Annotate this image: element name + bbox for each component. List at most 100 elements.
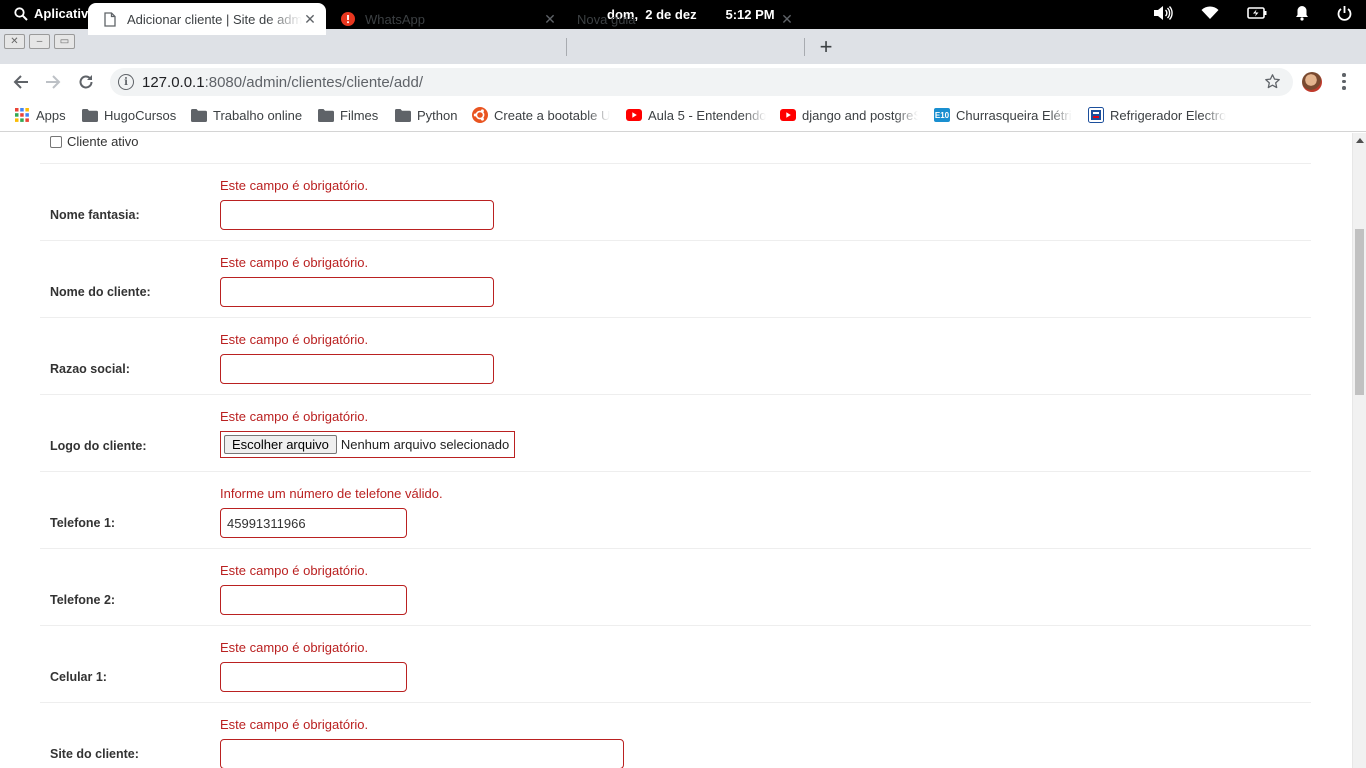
field-label: Nome do cliente:	[50, 285, 151, 299]
site-do-cliente-input[interactable]	[220, 739, 624, 768]
telefone-2-input[interactable]	[220, 585, 407, 615]
bookmark-label: Filmes	[340, 107, 379, 123]
svg-text:E10: E10	[935, 111, 950, 120]
battery-icon[interactable]	[1247, 6, 1267, 20]
bookmark-django-postgres[interactable]: django and postgreS	[780, 107, 918, 123]
window-minimize-button[interactable]: –	[29, 34, 50, 49]
tab-separator	[566, 38, 567, 56]
bookmark-churrasqueira[interactable]: E10 Churrasqueira Elétri	[934, 107, 1074, 123]
bookmark-apps[interactable]: Apps	[14, 107, 66, 123]
bookmark-label: django and postgreS	[802, 107, 918, 123]
youtube-icon	[626, 107, 642, 123]
bookmarks-bar: Apps HugoCursos Trabalho online Filmes P…	[0, 100, 1366, 132]
window-maximize-button[interactable]: ▭	[54, 34, 75, 49]
notification-bell-icon[interactable]	[1295, 5, 1309, 21]
apps-grid-icon	[14, 107, 30, 123]
bookmark-refrigerador[interactable]: Refrigerador Electro	[1088, 107, 1228, 123]
choose-file-button[interactable]: Escolher arquivo	[224, 435, 337, 454]
power-icon[interactable]	[1337, 5, 1352, 21]
field-error: Este campo é obrigatório.	[220, 255, 369, 270]
bookmark-folder-python[interactable]: Python	[395, 107, 457, 123]
close-tab-icon[interactable]: ✕	[542, 11, 558, 27]
field-row-nome-do-cliente: Este campo é obrigatório. Nome do client…	[40, 240, 1311, 317]
forward-button[interactable]	[43, 72, 63, 92]
new-tab-button[interactable]: +	[815, 36, 837, 58]
field-error: Este campo é obrigatório.	[220, 640, 369, 655]
file-status-text: Nenhum arquivo selecionado	[340, 437, 510, 452]
arrow-right-icon	[46, 75, 61, 89]
folder-icon	[395, 107, 411, 123]
tab-separator	[804, 38, 805, 56]
profile-avatar[interactable]	[1302, 72, 1322, 92]
site-info-icon[interactable]: i	[118, 74, 134, 90]
folder-icon	[82, 107, 98, 123]
tab-admin[interactable]: Adicionar cliente | Site de admi ✕	[88, 3, 326, 35]
field-error: Informe um número de telefone válido.	[220, 486, 443, 501]
scroll-up-arrow-icon[interactable]	[1356, 138, 1364, 143]
back-button[interactable]	[11, 72, 31, 92]
logo-file-input[interactable]: Escolher arquivo Nenhum arquivo selecion…	[220, 431, 515, 458]
url-text[interactable]: 127.0.0.1:8080/admin/clientes/cliente/ad…	[142, 74, 423, 91]
field-error: Este campo é obrigatório.	[220, 409, 369, 424]
e10-icon: E10	[934, 107, 950, 123]
scrollbar-thumb[interactable]	[1355, 229, 1364, 395]
bookmark-aula-5[interactable]: Aula 5 - Entendendo	[626, 107, 766, 123]
bookmark-label: Churrasqueira Elétri	[956, 107, 1072, 123]
bookmark-label: Refrigerador Electro	[1110, 107, 1227, 123]
field-label: Telefone 2:	[50, 593, 116, 607]
close-tab-icon[interactable]: ✕	[302, 11, 318, 27]
tab-nova-guia[interactable]: Nova guia ✕	[563, 3, 803, 35]
bookmark-label: Trabalho online	[213, 107, 303, 123]
arrow-left-icon	[13, 75, 28, 89]
tab-whatsapp[interactable]: WhatsApp ✕	[326, 3, 566, 35]
bookmark-label: Create a bootable U	[494, 107, 610, 123]
field-row-logo-do-cliente: Este campo é obrigatório. Logo do client…	[40, 394, 1311, 471]
field-error: Este campo é obrigatório.	[220, 717, 369, 732]
bookmark-folder-hugocursos[interactable]: HugoCursos	[82, 107, 176, 123]
tab-title: WhatsApp	[365, 11, 425, 27]
bookmark-label: Python	[417, 107, 458, 123]
cliente-ativo-row: Cliente ativo	[50, 134, 139, 149]
youtube-icon	[780, 107, 796, 123]
field-row-celular-1: Este campo é obrigatório. Celular 1:	[40, 625, 1311, 702]
bookmark-folder-filmes[interactable]: Filmes	[318, 107, 378, 123]
bookmark-label: HugoCursos	[104, 107, 177, 123]
document-icon	[102, 11, 118, 27]
browser-menu-icon[interactable]	[1342, 73, 1346, 90]
window-controls: ✕ – ▭	[4, 34, 75, 49]
bookmark-folder-trabalho-online[interactable]: Trabalho online	[191, 107, 302, 123]
wifi-icon[interactable]	[1201, 6, 1219, 20]
razao-social-input[interactable]	[220, 354, 494, 384]
window-close-button[interactable]: ✕	[4, 34, 25, 49]
field-error: Este campo é obrigatório.	[220, 563, 369, 578]
address-bar[interactable]: i 127.0.0.1:8080/admin/clientes/cliente/…	[110, 68, 1293, 96]
close-tab-icon[interactable]: ✕	[779, 11, 795, 27]
page-scrollbar[interactable]	[1352, 133, 1366, 768]
url-host: 127.0.0.1	[142, 74, 205, 91]
nome-fantasia-input[interactable]	[220, 200, 494, 230]
bookmark-star-icon[interactable]	[1264, 73, 1281, 95]
search-icon	[14, 6, 28, 21]
bookmark-label: Apps	[36, 107, 66, 123]
field-row-telefone-1: Informe um número de telefone válido. Te…	[40, 471, 1311, 548]
telefone-1-input[interactable]: 45991311966	[220, 508, 407, 538]
reload-button[interactable]	[76, 72, 96, 92]
field-row-telefone-2: Este campo é obrigatório. Telefone 2:	[40, 548, 1311, 625]
field-label: Nome fantasia:	[50, 208, 140, 222]
field-row-site-do-cliente: Este campo é obrigatório. Site do client…	[40, 702, 1311, 768]
ubuntu-icon	[472, 107, 488, 123]
field-label: Site do cliente:	[50, 747, 139, 761]
field-row-razao-social: Este campo é obrigatório. Razao social:	[40, 317, 1311, 394]
cliente-ativo-checkbox[interactable]	[50, 135, 62, 148]
field-label: Celular 1:	[50, 670, 107, 684]
system-tray[interactable]	[1153, 5, 1352, 21]
url-path: :8080/admin/clientes/cliente/add/	[204, 74, 424, 91]
volume-icon[interactable]	[1153, 5, 1173, 21]
field-label: Telefone 1:	[50, 516, 116, 530]
nome-do-cliente-input[interactable]	[220, 277, 494, 307]
cliente-ativo-label[interactable]: Cliente ativo	[67, 134, 139, 149]
celular-1-input[interactable]	[220, 662, 407, 692]
field-label: Logo do cliente:	[50, 439, 147, 453]
bookmark-create-bootable[interactable]: Create a bootable U	[472, 107, 610, 123]
admin-page-content: Cliente ativo Este campo é obrigatório. …	[0, 133, 1352, 768]
